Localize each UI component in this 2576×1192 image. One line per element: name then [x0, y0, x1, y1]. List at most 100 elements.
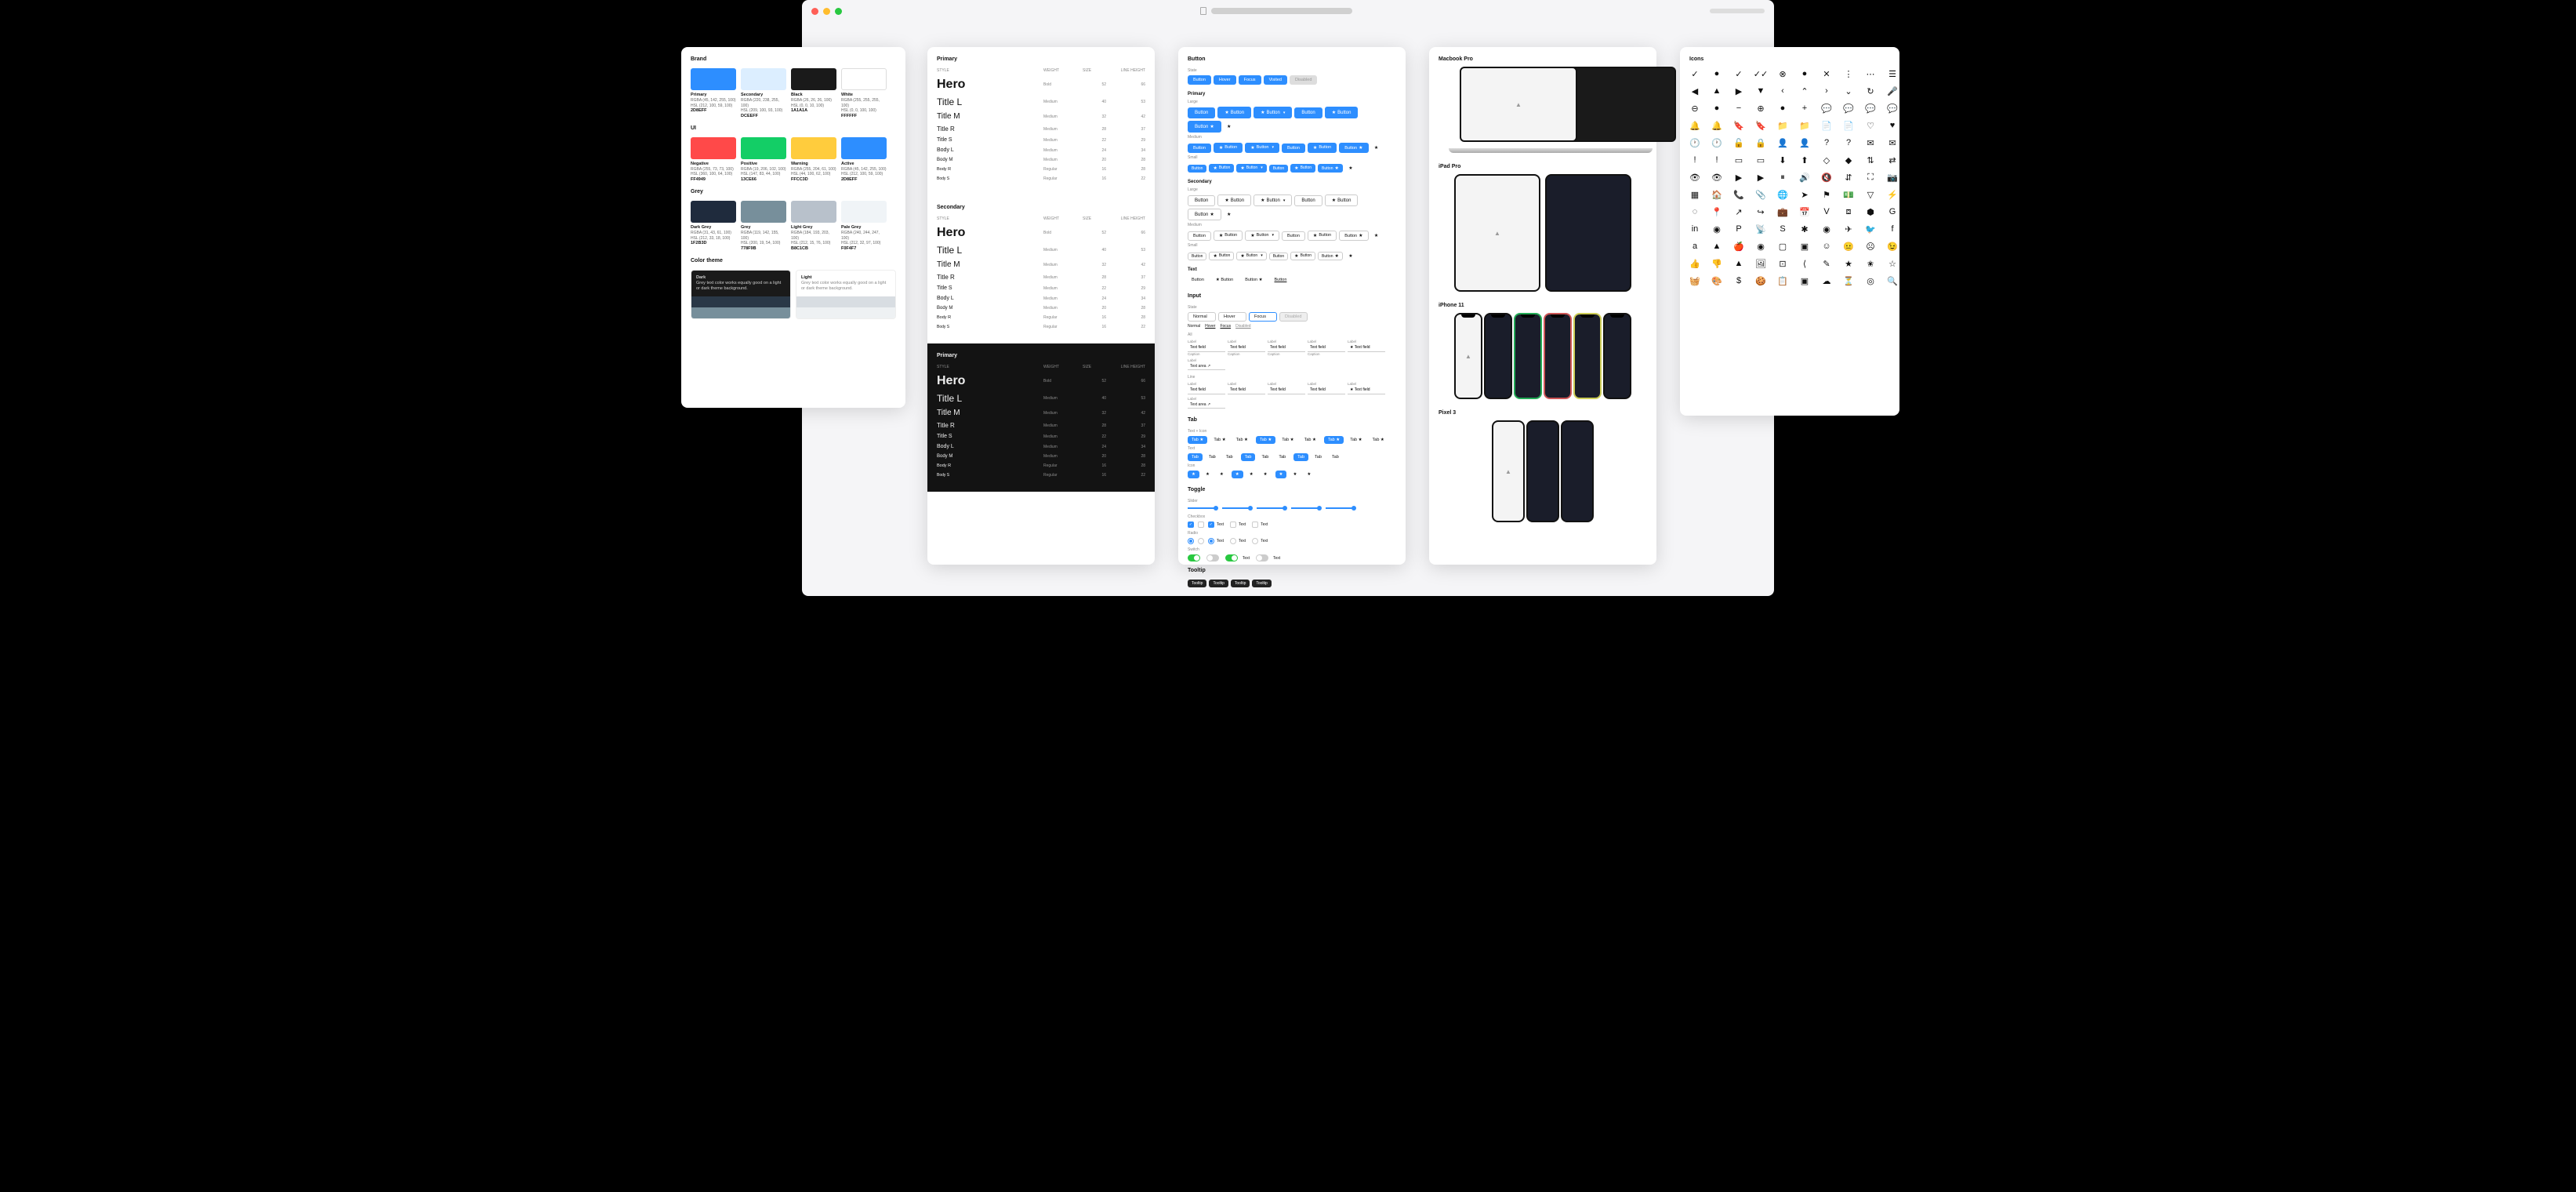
grid-icon[interactable]: ▦ [1689, 189, 1700, 200]
button-icon-right[interactable]: Button★ [1339, 143, 1368, 153]
color-swatch[interactable]: GreyRGBA (119, 142, 155, 100)HSL (200, 1… [741, 201, 786, 252]
star-half-icon[interactable]: ✬ [1865, 258, 1876, 269]
palette-icon[interactable]: 🎨 [1711, 275, 1722, 286]
input-state[interactable]: Focus [1249, 312, 1277, 322]
play-icon[interactable]: ▶ [1755, 172, 1766, 183]
button-dropdown[interactable]: ★Button▾ [1236, 252, 1266, 260]
help-icon[interactable]: ? [1843, 137, 1854, 148]
color-swatch[interactable]: WarningRGBA (255, 204, 61, 100)HSL (44, … [791, 137, 836, 183]
help-outline-icon[interactable]: ? [1821, 137, 1832, 148]
home-icon[interactable]: 🏠 [1711, 189, 1722, 200]
plus-circle-outline-icon[interactable]: ⊕ [1755, 103, 1766, 114]
globe-icon[interactable]: 🌐 [1777, 189, 1788, 200]
switch[interactable] [1188, 554, 1200, 561]
face-neutral-icon[interactable]: 😐 [1843, 241, 1854, 252]
tab[interactable]: Tab ★ [1210, 436, 1229, 444]
button[interactable]: Button [1188, 231, 1211, 241]
google-icon[interactable]: G [1887, 206, 1898, 217]
fullscreen-icon[interactable]: ⛶ [1865, 172, 1876, 183]
flag-icon[interactable]: ⚑ [1821, 189, 1832, 200]
linkedin-sq-icon[interactable]: ▣ [1799, 241, 1810, 252]
dribbble-icon[interactable]: ◉ [1755, 241, 1766, 252]
clock-outline-icon[interactable]: 🕐 [1689, 137, 1700, 148]
tab[interactable]: Tab [1328, 453, 1343, 461]
button-icon-only[interactable]: ★ [1224, 209, 1235, 220]
bolt-icon[interactable]: ⚡ [1887, 189, 1898, 200]
star-icon[interactable]: ★ [1843, 258, 1854, 269]
hourglass-icon[interactable]: ⏳ [1843, 275, 1854, 286]
chevron-down-icon[interactable]: ⌄ [1843, 85, 1854, 96]
img-fill-icon[interactable]: ▣ [1799, 275, 1810, 286]
triangle-up-icon[interactable]: ▲ [1711, 85, 1722, 96]
triangle-right-icon[interactable]: ▶ [1733, 85, 1744, 96]
text-field[interactable]: LabelCaption [1308, 340, 1345, 356]
share-icon[interactable]: ⟨ [1799, 258, 1810, 269]
lock-outline-icon[interactable]: 🔓 [1733, 137, 1744, 148]
bookmark-outline-icon[interactable]: 🔖 [1733, 120, 1744, 131]
tab[interactable]: ★ [1246, 471, 1257, 478]
spotify-icon[interactable]: ◉ [1821, 224, 1832, 234]
face-wink-icon[interactable]: 😉 [1887, 241, 1898, 252]
facebook-icon[interactable]: f [1887, 224, 1898, 234]
button-state[interactable]: Visited [1264, 75, 1287, 85]
video-icon[interactable]: ▭ [1755, 154, 1766, 165]
text-button[interactable]: ★ Button [1212, 275, 1237, 285]
bell-outline-icon[interactable]: 🔔 [1689, 120, 1700, 131]
button-state[interactable]: Hover [1214, 75, 1236, 85]
user-icon[interactable]: 👤 [1799, 137, 1810, 148]
scan-icon[interactable]: ⊡ [1777, 258, 1788, 269]
slider[interactable] [1188, 507, 1216, 509]
button-icon-right[interactable]: ★Button [1308, 143, 1337, 153]
apple-icon[interactable]: 🍎 [1733, 241, 1744, 252]
pinterest-icon[interactable]: P [1733, 224, 1744, 234]
checkbox[interactable] [1230, 522, 1236, 528]
color-swatch[interactable]: Pale GreyRGBA (240, 244, 247, 100)HSL (2… [841, 201, 887, 252]
button-dropdown[interactable]: ★Button▾ [1254, 107, 1292, 118]
telegram-icon[interactable]: ✈ [1843, 224, 1854, 234]
cash-icon[interactable]: 💵 [1843, 189, 1854, 200]
tab[interactable]: Tab [1222, 453, 1237, 461]
tab[interactable]: Tab ★ [1256, 436, 1275, 444]
button-icon-right[interactable]: ★Button [1325, 107, 1359, 118]
eye-outline-icon[interactable]: 👁 [1689, 172, 1700, 183]
radio[interactable] [1230, 538, 1236, 544]
input-state[interactable]: Normal [1188, 312, 1216, 322]
button-icon-right[interactable]: ★Button [1290, 252, 1315, 260]
window-close-dot[interactable] [811, 8, 818, 15]
chevron-up-icon[interactable]: ⌃ [1799, 85, 1810, 96]
tab[interactable]: ★ [1275, 471, 1287, 478]
button-icon-right[interactable]: Button★ [1339, 231, 1368, 241]
dropbox-icon[interactable]: ⧈ [1843, 206, 1854, 217]
tab[interactable]: Tab [1293, 453, 1308, 461]
button-icon-left[interactable]: ★Button [1217, 194, 1251, 206]
button-dropdown[interactable]: ★Button▾ [1254, 194, 1292, 206]
button[interactable]: Button [1282, 144, 1305, 153]
theme-card-light[interactable]: Light Grey text color works equally good… [796, 270, 896, 319]
tab[interactable]: ★ [1202, 471, 1214, 478]
menu-icon[interactable]: ☰ [1887, 68, 1898, 79]
button-icon-left[interactable]: ★Button [1214, 143, 1243, 153]
plus-icon[interactable]: + [1799, 103, 1810, 114]
check-circle-outline-icon[interactable]: ✓ [1689, 68, 1700, 79]
color-swatch[interactable]: PrimaryRGBA (45, 142, 255, 100)HSL (212,… [691, 68, 736, 119]
button[interactable]: Button [1188, 107, 1215, 118]
text-button[interactable]: Button ★ [1241, 275, 1266, 285]
bookmark-icon[interactable]: 🔖 [1755, 120, 1766, 131]
sort-icon[interactable]: ⇵ [1843, 172, 1854, 183]
button-icon-right[interactable]: Button★ [1318, 252, 1343, 260]
tab[interactable]: ★ [1232, 471, 1243, 478]
linkedin-icon[interactable]: in [1689, 224, 1700, 234]
button[interactable]: Button [1188, 253, 1206, 260]
refresh-icon[interactable]: ↻ [1865, 85, 1876, 96]
button[interactable]: Button [1282, 231, 1305, 241]
lock-icon[interactable]: 🔒 [1755, 137, 1766, 148]
github-icon[interactable]: ⬢ [1865, 206, 1876, 217]
button-dropdown[interactable]: ★Button▾ [1236, 164, 1266, 173]
chat-alt-icon[interactable]: 💬 [1865, 103, 1876, 114]
button-icon-left[interactable]: ★Button [1209, 252, 1234, 260]
vimeo-icon[interactable]: V [1821, 206, 1832, 217]
switch[interactable] [1206, 554, 1219, 561]
checkbox[interactable]: ✓ [1208, 522, 1214, 528]
image-icon[interactable]: 🖼 [1755, 258, 1766, 269]
target-icon[interactable]: ◎ [1865, 275, 1876, 286]
